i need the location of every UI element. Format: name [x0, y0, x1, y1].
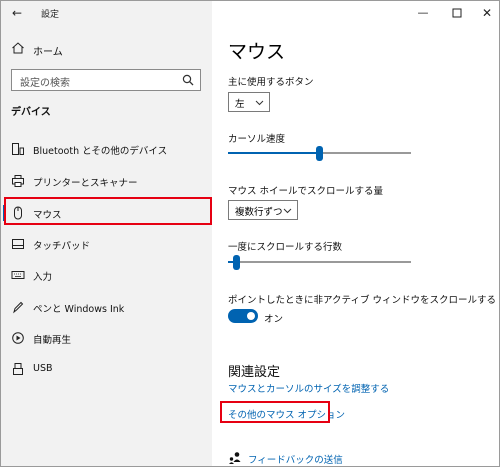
sidebar-item-touchpad[interactable]: タッチパッド	[1, 230, 212, 258]
sidebar: ← 設定 ホーム 設定の検索 デバイス Bluetooth とその他のデバイス	[1, 1, 212, 466]
sidebar-item-printers[interactable]: プリンターとスキャナー	[1, 167, 212, 195]
sidebar-item-typing[interactable]: 入力	[1, 261, 212, 289]
cursor-speed-label: カーソル速度	[228, 134, 286, 145]
home-icon	[12, 42, 24, 54]
main-content: マウス 主に使用するボタン 左 カーソル速度 マウス ホイールでスクロールする量…	[212, 1, 499, 466]
usb-icon	[13, 363, 23, 375]
sidebar-item-label: ペンと Windows Ink	[33, 304, 125, 315]
wheel-scroll-label: マウス ホイールでスクロールする量	[228, 186, 384, 197]
back-arrow-icon[interactable]: ←	[9, 5, 25, 21]
wheel-scroll-dropdown[interactable]: 複数行ずつ	[228, 200, 298, 220]
nav-home-label: ホーム	[33, 47, 63, 58]
sidebar-item-bluetooth[interactable]: Bluetooth とその他のデバイス	[1, 135, 212, 163]
search-icon[interactable]	[182, 74, 194, 86]
inactive-scroll-label: ポイントしたときに非アクティブ ウィンドウをスクロールする	[228, 295, 496, 306]
sidebar-item-label: プリンターとスキャナー	[33, 178, 138, 189]
lines-to-scroll-slider[interactable]	[228, 255, 411, 270]
primary-button-dropdown[interactable]: 左	[228, 92, 270, 112]
search-input[interactable]: 設定の検索	[11, 69, 201, 91]
cursor-speed-slider[interactable]	[228, 146, 411, 161]
chevron-down-icon	[283, 208, 292, 214]
link-send-feedback[interactable]: フィードバックの送信	[248, 452, 343, 466]
slider-track	[228, 261, 411, 263]
primary-button-label: 主に使用するボタン	[228, 77, 314, 88]
sidebar-item-label: タッチパッド	[33, 241, 91, 252]
wheel-scroll-value: 複数行ずつ	[235, 207, 283, 218]
primary-button-value: 左	[235, 99, 245, 110]
sidebar-item-autoplay[interactable]: 自動再生	[1, 324, 212, 352]
sidebar-item-pen[interactable]: ペンと Windows Ink	[1, 293, 212, 321]
link-adjust-mouse-cursor-size[interactable]: マウスとカーソルのサイズを調整する	[228, 381, 389, 395]
toggle-knob	[247, 312, 255, 320]
pen-icon	[13, 301, 24, 314]
sidebar-item-label: 入力	[33, 272, 53, 283]
keyboard-icon	[11, 271, 25, 279]
printer-icon	[12, 175, 24, 187]
page-title: マウス	[228, 41, 286, 63]
sidebar-item-label: Bluetooth とその他のデバイス	[33, 146, 168, 157]
window-title: 設定	[41, 10, 60, 20]
section-header-devices: デバイス	[11, 107, 51, 118]
settings-window: ← 設定 ホーム 設定の検索 デバイス Bluetooth とその他のデバイス	[0, 0, 500, 467]
nav-home[interactable]: ホーム	[11, 39, 201, 59]
toggle-state-label: オン	[264, 314, 284, 325]
sidebar-item-usb[interactable]: USB	[1, 355, 212, 383]
slider-fill	[228, 152, 319, 154]
related-settings-header: 関連設定	[228, 365, 281, 380]
autoplay-icon	[12, 332, 24, 344]
sidebar-item-label: USB	[33, 363, 53, 374]
highlight-box-mouse	[4, 197, 212, 225]
slider-thumb[interactable]	[233, 255, 240, 270]
slider-thumb[interactable]	[316, 146, 323, 161]
bluetooth-devices-icon	[12, 143, 24, 155]
touchpad-icon	[12, 239, 24, 249]
inactive-scroll-toggle[interactable]	[228, 309, 258, 323]
highlight-box-additional-options	[220, 401, 330, 423]
chevron-down-icon	[255, 100, 264, 106]
feedback-icon	[229, 452, 241, 464]
lines-to-scroll-label: 一度にスクロールする行数	[228, 242, 343, 253]
search-placeholder: 設定の検索	[20, 78, 70, 89]
sidebar-item-label: 自動再生	[33, 335, 72, 346]
